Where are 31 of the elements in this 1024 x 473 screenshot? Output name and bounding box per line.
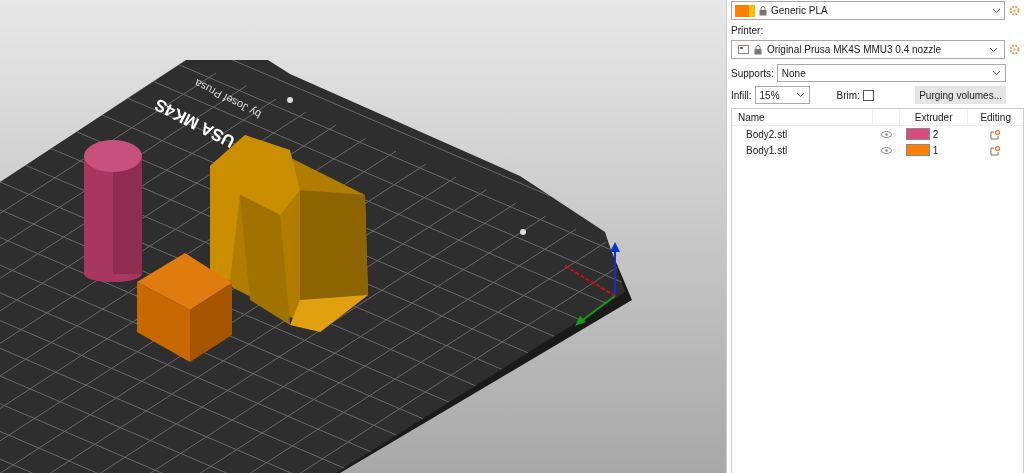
extruder-number[interactable]: 1 bbox=[932, 142, 939, 158]
purging-volumes-button[interactable]: Purging volumes... bbox=[915, 86, 1006, 104]
chevron-down-icon bbox=[992, 70, 1001, 76]
settings-icon[interactable] bbox=[1009, 44, 1020, 55]
supports-dropdown[interactable]: None bbox=[776, 64, 1006, 82]
edit-settings-icon[interactable] bbox=[990, 128, 1002, 140]
chevron-down-icon bbox=[795, 92, 805, 98]
lock-icon bbox=[754, 44, 762, 55]
column-header[interactable]: Name bbox=[732, 109, 874, 125]
infill-dropdown[interactable]: 15% bbox=[754, 86, 810, 104]
column-header[interactable]: Extruder bbox=[899, 109, 969, 125]
chevron-down-icon bbox=[992, 7, 1001, 14]
column-header[interactable]: Editing bbox=[968, 109, 1023, 125]
extruder-number[interactable]: 2 bbox=[932, 126, 939, 142]
printer-label: Printer: bbox=[731, 24, 765, 38]
lock-icon bbox=[759, 5, 767, 16]
eye-icon[interactable] bbox=[880, 130, 892, 138]
supports-label: Supports: bbox=[731, 66, 774, 81]
edit-settings-icon[interactable] bbox=[990, 144, 1002, 156]
brim-label: Brim: bbox=[836, 88, 860, 103]
brim-checkbox[interactable] bbox=[862, 89, 874, 101]
printer-dropdown[interactable]: Original Prusa MK4S MMU3 0.4 nozzle bbox=[731, 40, 1005, 59]
eye-icon[interactable] bbox=[880, 146, 892, 154]
filament-dropdown[interactable]: Generic PLA bbox=[731, 1, 1005, 20]
object-name[interactable]: Body1.stl bbox=[732, 142, 874, 158]
printer-profile-icon bbox=[738, 45, 749, 54]
object-name[interactable]: Body2.stl bbox=[732, 126, 874, 142]
settings-icon[interactable] bbox=[1009, 5, 1020, 16]
chevron-down-icon bbox=[989, 46, 998, 53]
infill-label: Infill: bbox=[731, 88, 752, 103]
axes-icon bbox=[564, 242, 620, 326]
